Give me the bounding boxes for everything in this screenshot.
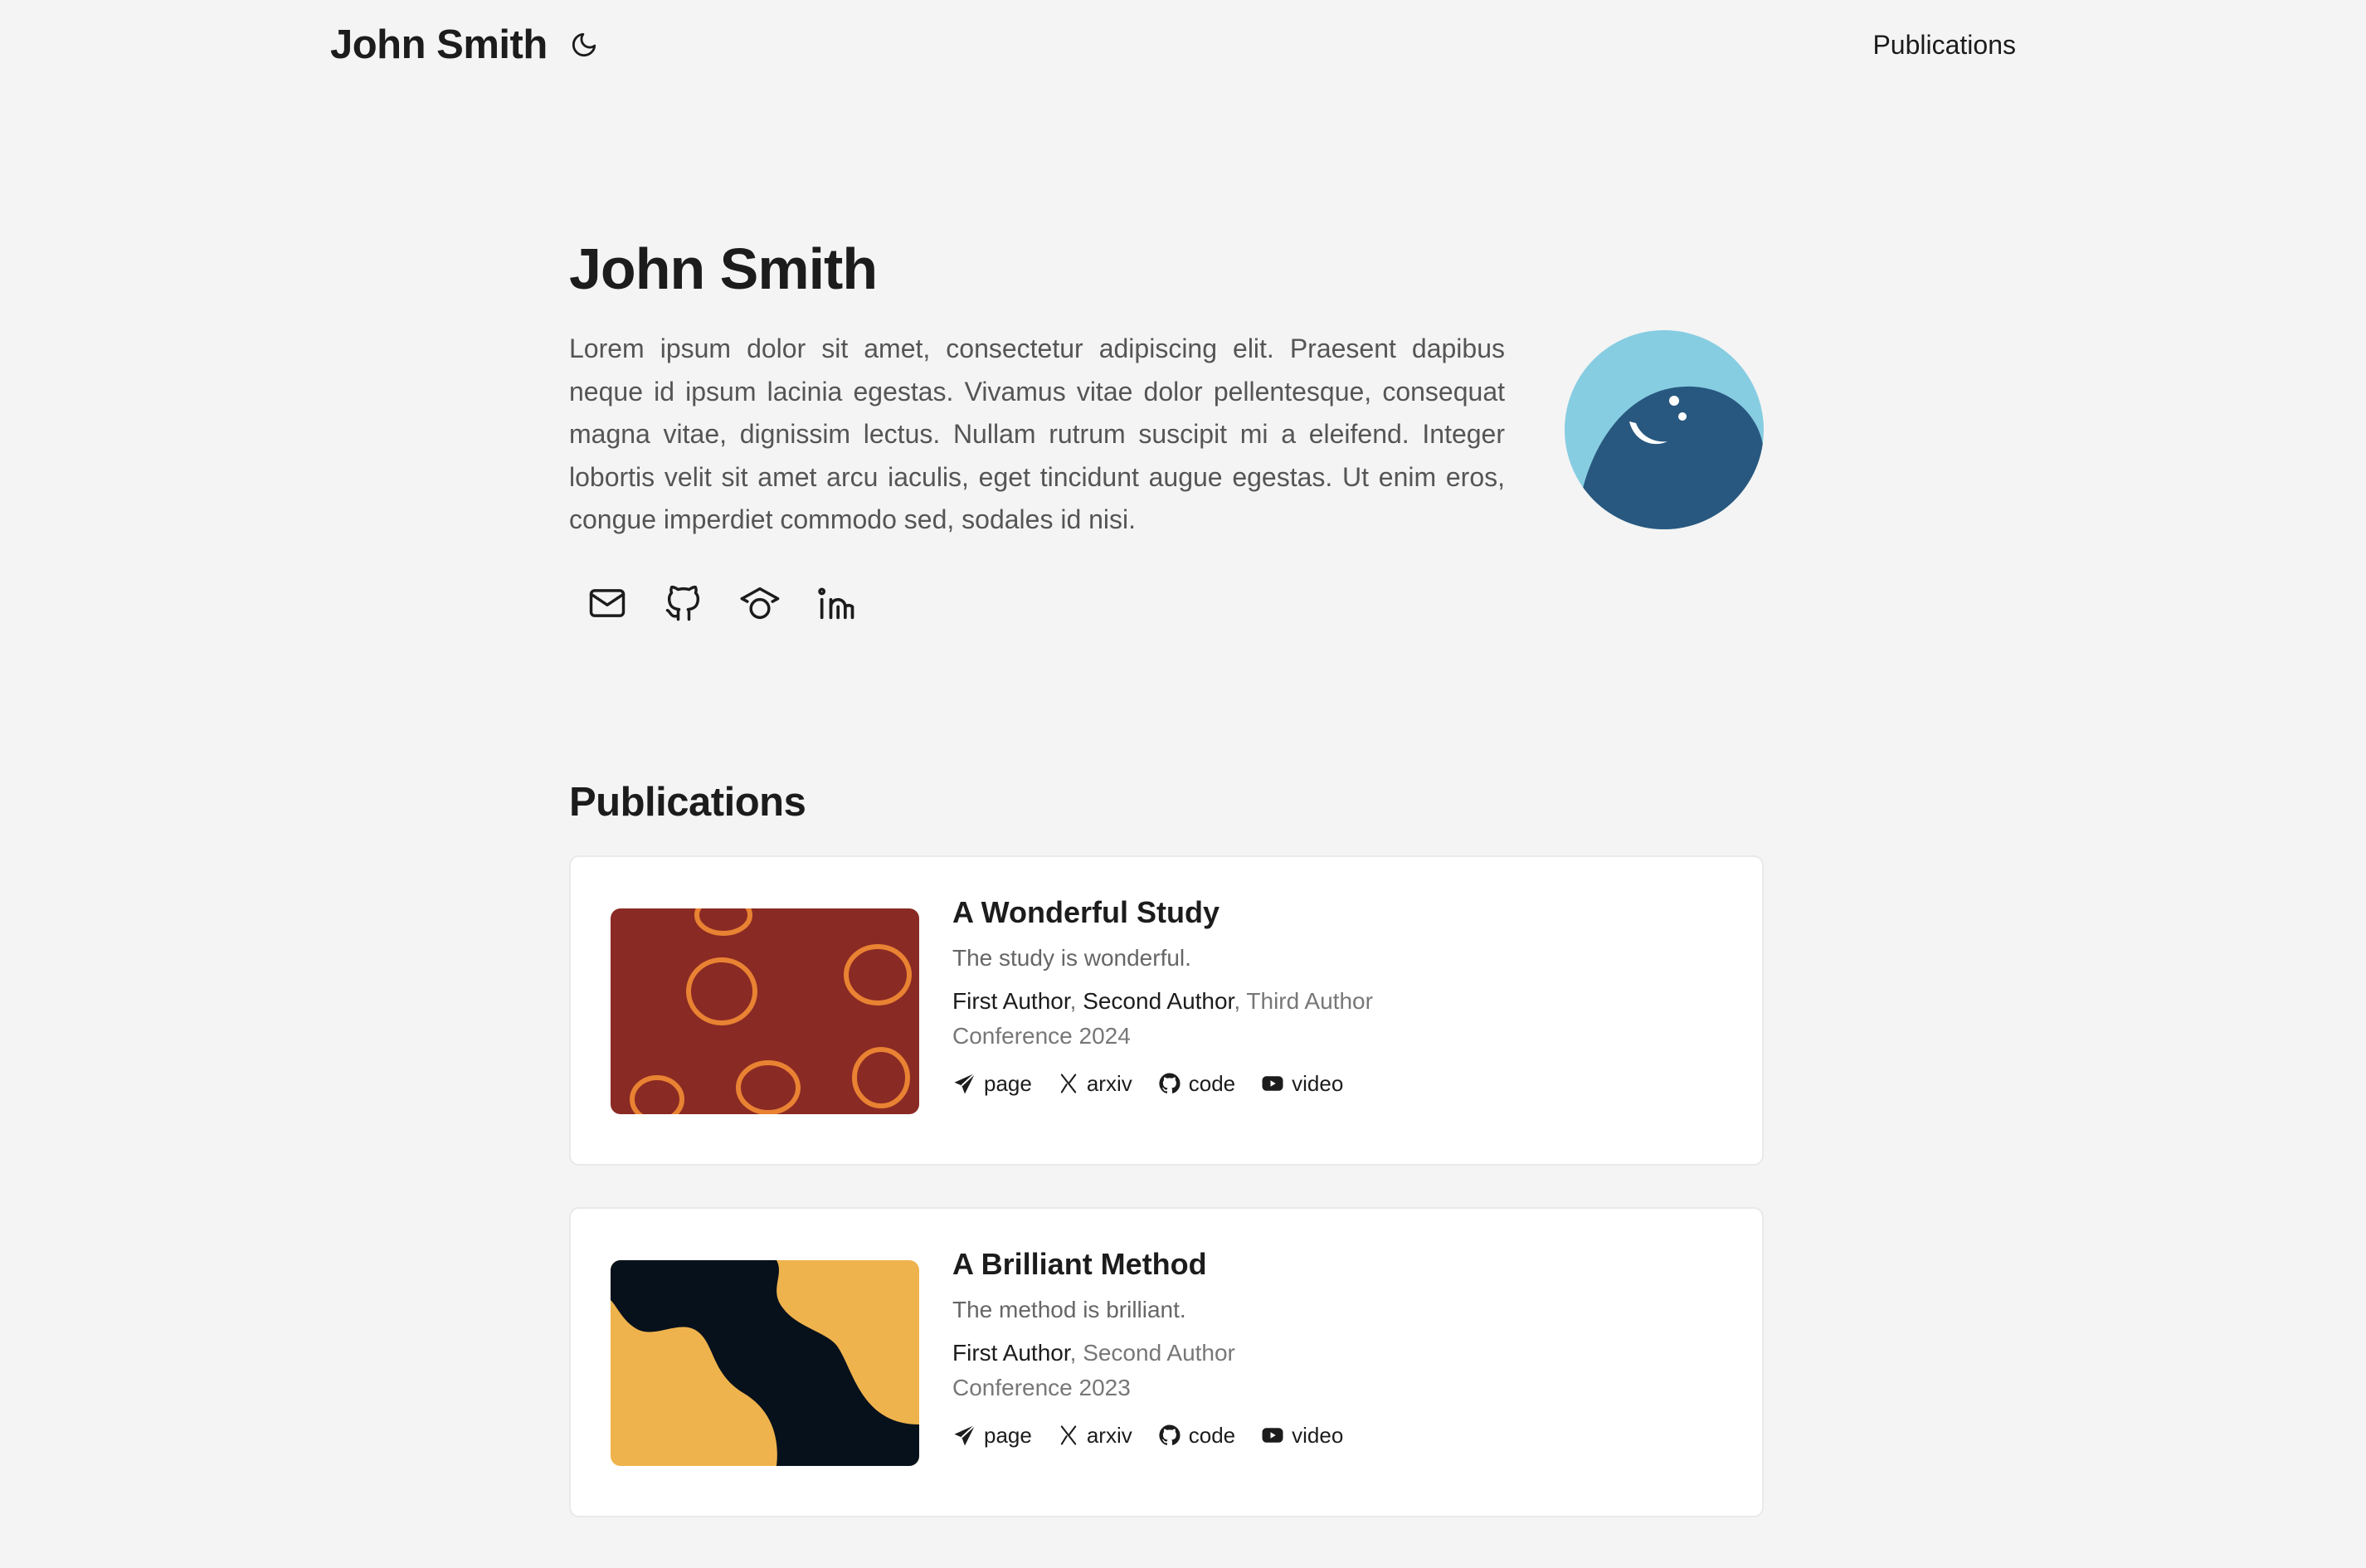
page-link[interactable]: page [952,1071,1032,1097]
mail-icon[interactable] [584,580,630,626]
publication-card: A Wonderful Study The study is wonderful… [569,855,1764,1166]
publication-authors: First Author, Second Author [952,1339,1235,1366]
publication-thumbnail [611,1259,919,1466]
publication-body: A Brilliant Method The method is brillia… [952,1247,1368,1449]
paper-plane-icon [954,1424,976,1446]
publication-authors: First Author, Second Author, Third Autho… [952,987,1373,1014]
page-link-label: page [984,1422,1032,1448]
arxiv-icon [1060,1425,1077,1445]
code-link-label: code [1188,1422,1236,1448]
youtube-icon [1262,1076,1283,1091]
arxiv-link-label: arxiv [1086,1070,1132,1096]
video-link-label: video [1292,1422,1344,1448]
github-icon [1159,1073,1181,1093]
publication-thumbnail [611,908,919,1114]
code-link[interactable]: code [1157,1423,1235,1449]
social-links [584,580,1505,626]
youtube-icon [1262,1428,1283,1443]
publication-title[interactable]: A Wonderful Study [952,895,1373,930]
github-icon[interactable] [660,580,707,626]
page-title: John Smith [569,236,878,301]
author-name: First Author [952,987,1070,1014]
hero-section: John Smith Lorem ipsum dolor sit amet, c… [569,232,1764,626]
publication-venue: Conference 2024 [952,1022,1131,1049]
author-name: Third Author [1246,987,1373,1014]
publication-body: A Wonderful Study The study is wonderful… [952,895,1373,1097]
video-link[interactable]: video [1260,1423,1343,1449]
top-nav: John Smith Publications [330,18,2016,71]
publication-description: The study is wonderful. [952,944,1191,971]
code-link[interactable]: code [1157,1071,1235,1097]
linkedin-icon[interactable] [813,580,859,626]
bio-text: Lorem ipsum dolor sit amet, consectetur … [569,334,1505,534]
paper-plane-icon [954,1072,976,1094]
avatar [1565,330,1764,529]
page-link-label: page [984,1070,1032,1096]
brand: John Smith [330,22,601,68]
hero-text: John Smith Lorem ipsum dolor sit amet, c… [569,232,1505,626]
arxiv-link[interactable]: arxiv [1057,1423,1132,1449]
publication-links: page arxiv code video [952,1071,1373,1097]
arxiv-link[interactable]: arxiv [1057,1071,1132,1097]
video-link-label: video [1292,1070,1344,1096]
publication-links: page arxiv code video [952,1423,1368,1449]
author-name: Second Author [1083,1339,1235,1366]
arxiv-icon [1060,1074,1077,1093]
main-content: John Smith Lorem ipsum dolor sit amet, c… [569,232,1764,1517]
author-name: First Author [952,1339,1070,1366]
graduation-cap-icon[interactable] [737,580,783,626]
moon-icon[interactable] [567,28,601,61]
code-link-label: code [1188,1070,1236,1096]
publications-heading: Publications [569,779,806,825]
publication-card: A Brilliant Method The method is brillia… [569,1206,1764,1517]
nav-link-publications[interactable]: Publications [1872,30,2016,61]
page-link[interactable]: page [952,1423,1032,1449]
publication-description: The method is brilliant. [952,1296,1186,1322]
publication-title[interactable]: A Brilliant Method [952,1247,1368,1282]
arxiv-link-label: arxiv [1086,1422,1132,1448]
page: John Smith Publications John Smith Lorem… [0,0,2366,1568]
video-link[interactable]: video [1260,1071,1343,1097]
github-icon [1159,1424,1181,1445]
brand-name-link[interactable]: John Smith [330,22,548,68]
author-name: Second Author [1083,987,1234,1014]
publication-venue: Conference 2023 [952,1374,1131,1400]
